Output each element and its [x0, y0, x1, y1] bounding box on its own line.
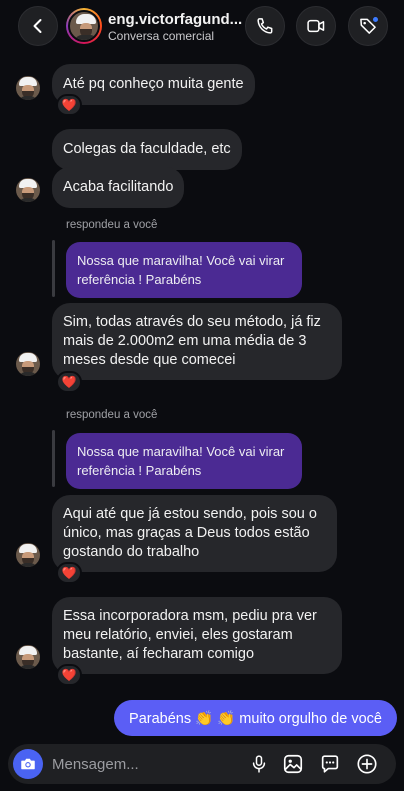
message-composer — [8, 744, 396, 784]
quoted-message[interactable]: Nossa que maravilha! Você vai virar refe… — [66, 242, 302, 298]
chevron-left-icon — [33, 19, 42, 33]
chat-header: eng.victorfagund... Conversa comercial — [0, 0, 404, 54]
camera-icon — [21, 758, 35, 770]
conversation-type-label: Conversa comercial — [108, 29, 215, 43]
sender-avatar[interactable] — [16, 76, 40, 100]
phone-icon — [257, 18, 273, 34]
sender-avatar[interactable] — [16, 645, 40, 669]
plus-icon — [357, 754, 377, 774]
sender-avatar[interactable] — [16, 352, 40, 376]
quoted-text: Nossa que maravilha! Você vai virar refe… — [77, 253, 285, 287]
message-text: Essa incorporadora msm, pediu pra ver me… — [63, 608, 317, 662]
reply-label: respondeu a você — [66, 219, 158, 231]
label-tag-button[interactable] — [348, 6, 388, 46]
microphone-icon — [252, 755, 266, 773]
incoming-message[interactable]: Até pq conheço muita gente — [52, 64, 255, 105]
incoming-message[interactable]: Sim, todas através do seu método, já fiz… — [52, 303, 342, 380]
heart-icon: ❤️ — [61, 375, 77, 389]
incoming-message[interactable]: Colegas da faculdade, etc — [52, 129, 242, 170]
contact-username[interactable]: eng.victorfagund... — [108, 11, 244, 28]
sticker-icon — [321, 755, 339, 773]
heart-icon: ❤️ — [61, 566, 77, 580]
heart-icon: ❤️ — [61, 668, 77, 682]
heart-reaction[interactable]: ❤️ — [56, 562, 82, 584]
sticker-button[interactable] — [319, 753, 341, 775]
message-input[interactable] — [52, 750, 242, 778]
incoming-message[interactable]: Essa incorporadora msm, pediu pra ver me… — [52, 597, 342, 674]
incoming-message[interactable]: Aqui até que já estou sendo, pois sou o … — [52, 495, 337, 572]
video-camera-icon — [307, 19, 325, 33]
chat-screen: eng.victorfagund... Conversa comercial A… — [0, 0, 404, 791]
gallery-button[interactable] — [282, 753, 304, 775]
message-text: Até pq conheço muita gente — [63, 76, 244, 92]
notification-dot — [372, 16, 379, 23]
message-text: Parabéns 👏 👏 muito orgulho de você — [129, 710, 382, 727]
reply-indicator-line — [52, 240, 55, 297]
reply-label: respondeu a você — [66, 409, 158, 421]
quoted-text: Nossa que maravilha! Você vai virar refe… — [77, 444, 285, 478]
outgoing-message[interactable]: Parabéns 👏 👏 muito orgulho de você — [114, 700, 397, 736]
sender-avatar[interactable] — [16, 178, 40, 202]
message-text: Sim, todas através do seu método, já fiz… — [63, 314, 321, 368]
heart-reaction[interactable]: ❤️ — [56, 94, 82, 116]
sender-avatar[interactable] — [16, 543, 40, 567]
message-text: Colegas da faculdade, etc — [63, 141, 231, 157]
message-text: Aqui até que já estou sendo, pois sou o … — [63, 506, 317, 560]
image-icon — [283, 754, 303, 774]
contact-avatar[interactable] — [66, 8, 102, 44]
reply-indicator-line — [52, 430, 55, 487]
video-call-button[interactable] — [296, 6, 336, 46]
heart-reaction[interactable]: ❤️ — [56, 371, 82, 393]
quoted-message[interactable]: Nossa que maravilha! Você vai virar refe… — [66, 433, 302, 489]
heart-reaction[interactable]: ❤️ — [56, 664, 82, 686]
back-button[interactable] — [18, 6, 58, 46]
message-text: Acaba facilitando — [63, 179, 174, 195]
voice-message-button[interactable] — [248, 753, 270, 775]
incoming-message[interactable]: Acaba facilitando — [52, 167, 185, 208]
voice-call-button[interactable] — [245, 6, 285, 46]
camera-button[interactable] — [13, 749, 43, 779]
more-options-button[interactable] — [356, 753, 378, 775]
heart-icon: ❤️ — [61, 98, 77, 112]
